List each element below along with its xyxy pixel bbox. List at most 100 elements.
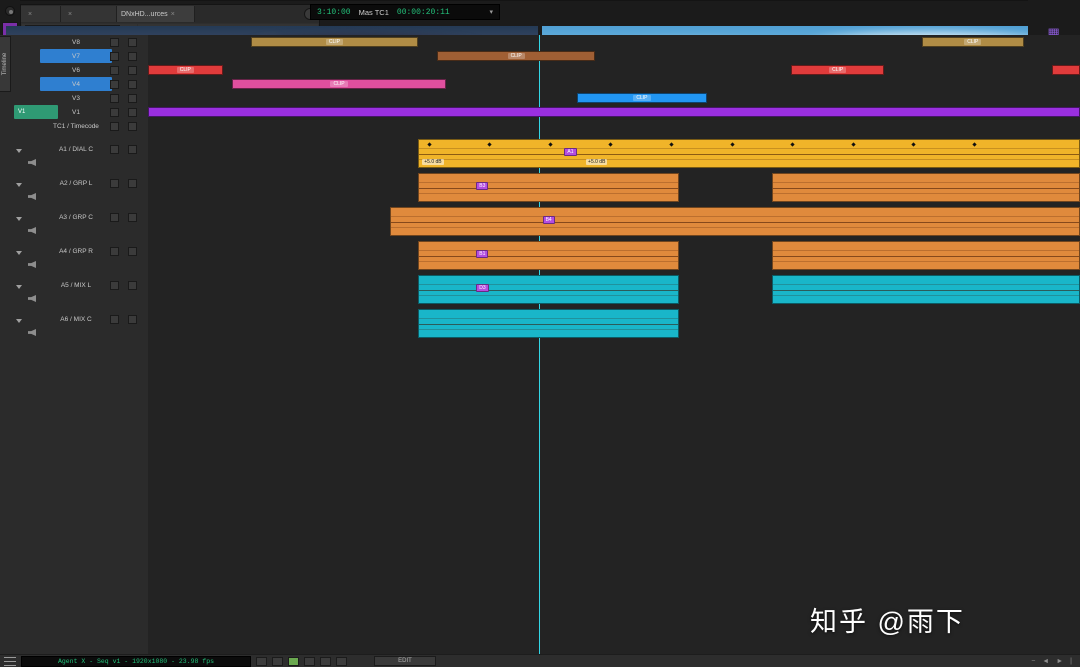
disclosure-triangle-icon[interactable] bbox=[16, 217, 22, 221]
track-monitor-button[interactable] bbox=[110, 315, 119, 324]
bin-tab-dnxhd-sources[interactable]: DNxHD...urces × bbox=[117, 6, 195, 22]
track-header-v4[interactable]: V4 bbox=[0, 77, 148, 91]
track-solo-button[interactable] bbox=[128, 213, 137, 222]
track-solo-button[interactable] bbox=[128, 107, 137, 117]
timeline-video-clip[interactable]: CLIP bbox=[231, 79, 447, 89]
track-header-a3-grp-c[interactable]: A3 / GRP C bbox=[0, 205, 148, 239]
disclosure-triangle-icon[interactable] bbox=[16, 149, 22, 153]
timeline-marker-icon[interactable] bbox=[320, 656, 331, 666]
track-solo-button[interactable] bbox=[128, 93, 137, 103]
track-monitor-button[interactable] bbox=[110, 247, 119, 256]
playhead[interactable] bbox=[539, 35, 541, 654]
timeline-menu-icon[interactable] bbox=[4, 656, 16, 666]
timeline-video-clip[interactable] bbox=[1052, 65, 1080, 75]
timeline-audio-clip[interactable] bbox=[772, 241, 1080, 270]
track-monitor-button[interactable] bbox=[110, 79, 119, 89]
bins-panel-dot-icon[interactable] bbox=[5, 6, 15, 16]
track-header-a6-mix-c[interactable]: A6 / MIX C bbox=[0, 307, 148, 341]
speaker-icon[interactable] bbox=[28, 261, 36, 268]
timeline-video-clip[interactable]: CLIP bbox=[436, 51, 596, 61]
zoom-in-icon[interactable]: | bbox=[1070, 658, 1072, 665]
track-monitor-button[interactable] bbox=[110, 107, 119, 117]
chevron-down-icon[interactable]: ▾ bbox=[489, 8, 493, 16]
track-solo-button[interactable] bbox=[128, 37, 137, 47]
close-icon[interactable]: × bbox=[68, 11, 72, 18]
timeline-audio-clip[interactable]: B3 bbox=[418, 173, 680, 202]
disclosure-triangle-icon[interactable] bbox=[16, 285, 22, 289]
timeline-audio-clip[interactable]: D3 bbox=[418, 275, 680, 304]
timeline-video-clip[interactable] bbox=[148, 107, 1080, 117]
track-monitor-button[interactable] bbox=[110, 51, 119, 61]
speaker-icon[interactable] bbox=[28, 227, 36, 234]
timeline-audio-clip[interactable]: B1 bbox=[418, 241, 680, 270]
track-header-v6[interactable]: V6 bbox=[0, 63, 148, 77]
track-monitor-button[interactable] bbox=[110, 121, 119, 131]
track-monitor-button[interactable] bbox=[110, 37, 119, 47]
audio-clip-badge[interactable]: A1 bbox=[564, 148, 577, 157]
composer-timecode-main[interactable]: 00:00:20:11 bbox=[397, 8, 450, 17]
timeline-audio-clip[interactable]: +5.0 dB A1 bbox=[418, 139, 1080, 168]
timeline-monitor-icon[interactable] bbox=[304, 656, 315, 666]
speaker-icon[interactable] bbox=[28, 193, 36, 200]
timeline-render-status-icon[interactable] bbox=[288, 656, 299, 666]
track-solo-button[interactable] bbox=[128, 179, 137, 188]
nudge-left-icon[interactable]: ◄ bbox=[1042, 658, 1049, 665]
track-header-tc1-timecode[interactable]: TC1 / Timecode bbox=[0, 119, 148, 133]
disclosure-triangle-icon[interactable] bbox=[16, 183, 22, 187]
bin-tab-1[interactable]: × bbox=[21, 6, 61, 22]
nudge-right-icon[interactable]: ► bbox=[1056, 658, 1063, 665]
track-header-a1-dial-c[interactable]: A1 / DIAL C bbox=[0, 137, 148, 171]
audio-clip-badge[interactable]: B3 bbox=[476, 182, 489, 191]
close-icon[interactable]: × bbox=[28, 11, 32, 18]
audio-clip-badge[interactable]: B4 bbox=[542, 216, 555, 225]
audio-clip-badge[interactable]: B1 bbox=[476, 250, 489, 259]
track-header-a4-grp-r[interactable]: A4 / GRP R bbox=[0, 239, 148, 273]
track-solo-button[interactable] bbox=[128, 315, 137, 324]
disclosure-triangle-icon[interactable] bbox=[16, 319, 22, 323]
timeline-video-clip[interactable]: CLIP bbox=[250, 37, 419, 47]
track-solo-button[interactable] bbox=[128, 79, 137, 89]
track-monitor-button[interactable] bbox=[110, 179, 119, 188]
track-solo-button[interactable] bbox=[128, 51, 137, 61]
track-solo-button[interactable] bbox=[128, 247, 137, 256]
close-icon[interactable]: × bbox=[171, 11, 175, 18]
timeline-audio-clip[interactable] bbox=[772, 275, 1080, 304]
audio-gain-label-2[interactable]: +5.0 dB bbox=[586, 159, 608, 165]
speaker-icon[interactable] bbox=[28, 159, 36, 166]
track-monitor-button[interactable] bbox=[110, 145, 119, 154]
timeline-audio-clip[interactable] bbox=[418, 309, 680, 338]
timeline-video-quality-icon[interactable] bbox=[272, 656, 283, 666]
track-solo-button[interactable] bbox=[128, 281, 137, 290]
speaker-icon[interactable] bbox=[28, 329, 36, 336]
composer-timecode-mode[interactable]: Mas TC1 bbox=[359, 8, 389, 17]
track-header-v3[interactable]: V3 bbox=[0, 91, 148, 105]
track-header-a5-mix-l[interactable]: A5 / MIX L bbox=[0, 273, 148, 307]
audio-gain-label[interactable]: +5.0 dB bbox=[422, 159, 444, 165]
timeline-settings-icon[interactable] bbox=[256, 656, 267, 666]
track-solo-button[interactable] bbox=[128, 121, 137, 131]
bin-tab-2[interactable]: × bbox=[61, 6, 117, 22]
disclosure-triangle-icon[interactable] bbox=[16, 251, 22, 255]
track-header-v1[interactable]: V1 V1 bbox=[0, 105, 148, 119]
timeline-zoom-field[interactable]: EDIT bbox=[374, 656, 436, 666]
timeline-audio-clip[interactable]: B4 bbox=[390, 207, 1080, 236]
timeline-side-tab-2[interactable]: Timeline bbox=[0, 36, 11, 92]
track-monitor-button[interactable] bbox=[110, 93, 119, 103]
timeline-video-clip[interactable]: CLIP bbox=[791, 65, 885, 75]
timeline-add-icon[interactable] bbox=[336, 656, 347, 666]
track-header-v7[interactable]: V7 bbox=[0, 49, 148, 63]
audio-clip-badge[interactable]: D3 bbox=[476, 284, 489, 293]
track-monitor-button[interactable] bbox=[110, 213, 119, 222]
timeline-video-clip[interactable]: CLIP bbox=[921, 37, 1025, 47]
composer-timecode-left[interactable]: 3:10:00 bbox=[317, 8, 351, 17]
timeline-audio-clip[interactable] bbox=[772, 173, 1080, 202]
track-solo-button[interactable] bbox=[128, 65, 137, 75]
timeline-video-clip[interactable]: CLIP bbox=[576, 93, 708, 103]
track-header-v8[interactable]: V8 bbox=[0, 35, 148, 49]
speaker-icon[interactable] bbox=[28, 295, 36, 302]
track-header-a2-grp-l[interactable]: A2 / GRP L bbox=[0, 171, 148, 205]
timeline-video-clip[interactable]: CLIP bbox=[148, 65, 223, 75]
track-solo-button[interactable] bbox=[128, 145, 137, 154]
zoom-out-icon[interactable]: − bbox=[1031, 658, 1035, 665]
timeline-track-area[interactable]: CLIP CLIP CLIP CLIP CLIP CLIP CLIP +5.0 dB A1 B3 B… bbox=[148, 35, 1080, 654]
